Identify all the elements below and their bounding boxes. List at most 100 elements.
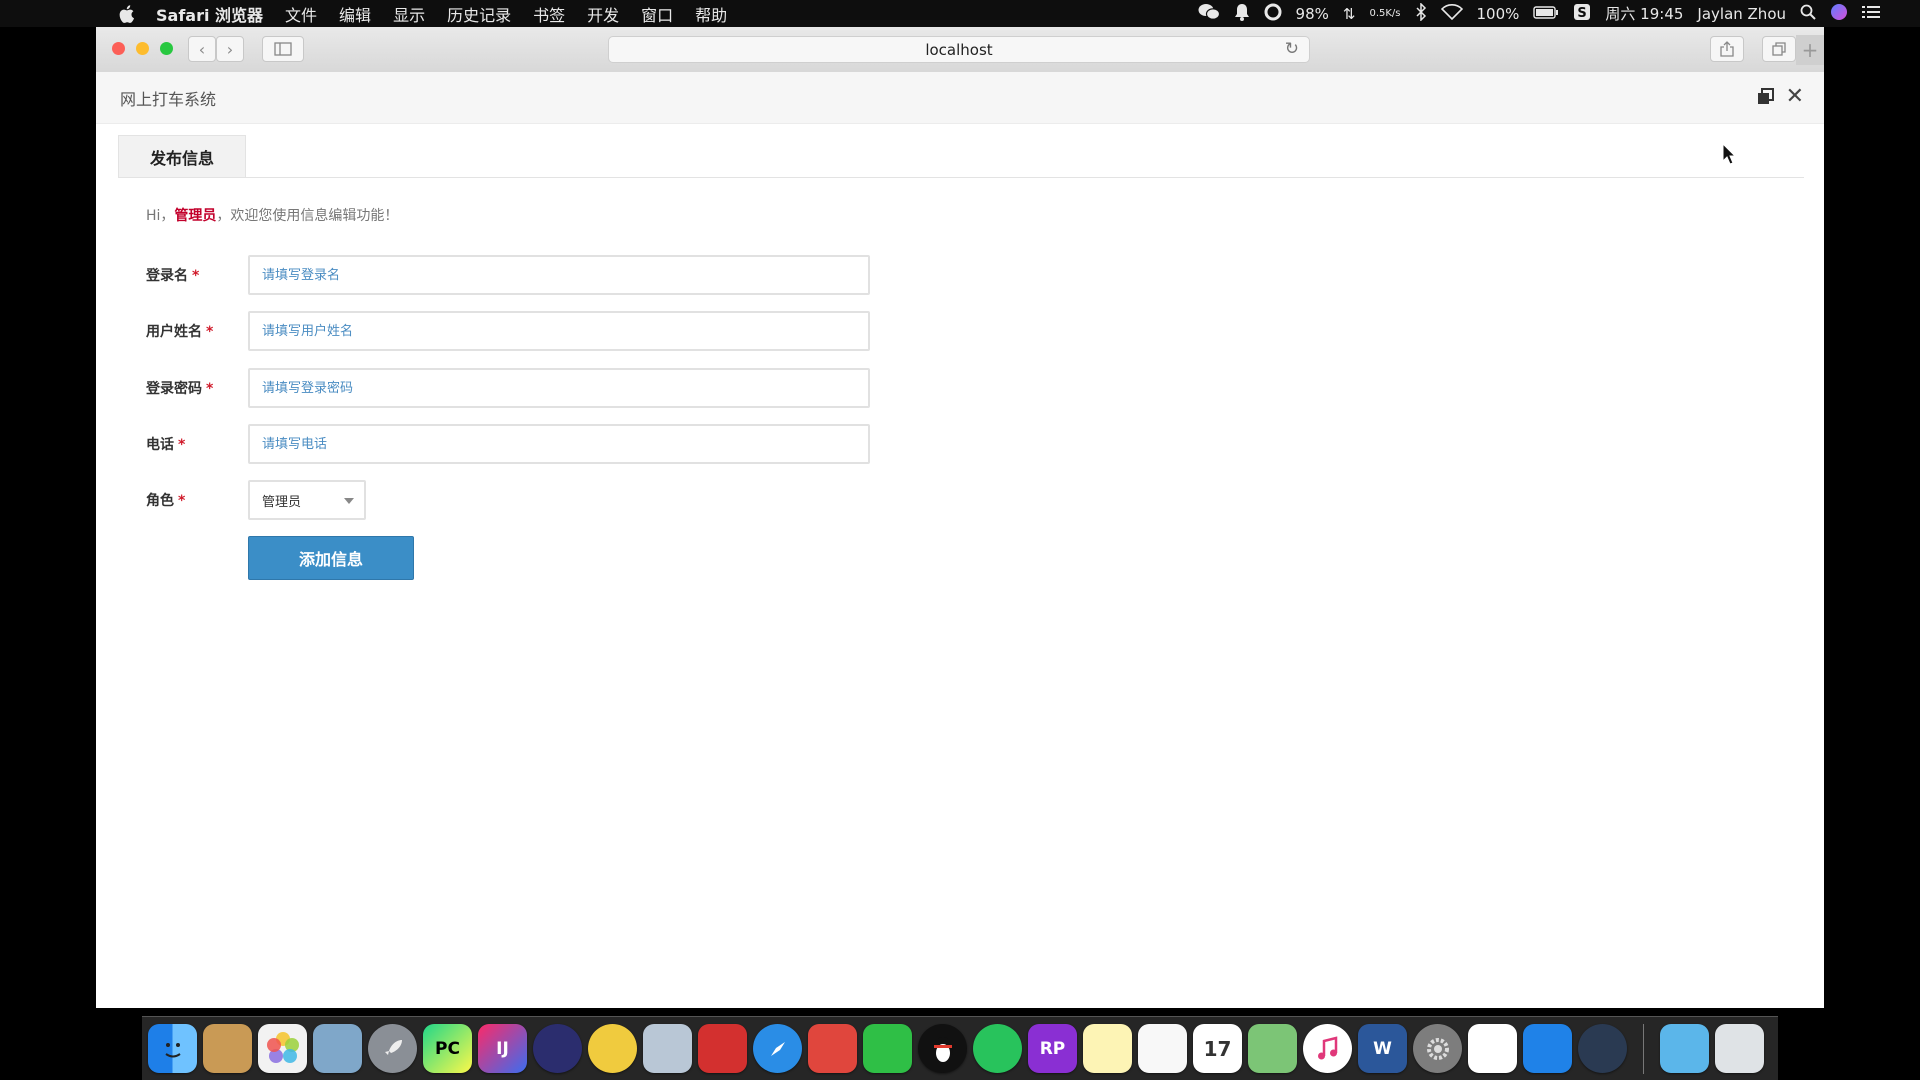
menu-app-name[interactable]: Safari 浏览器 — [156, 2, 263, 26]
photos-icon[interactable] — [258, 1024, 307, 1073]
chevron-right-icon: › — [226, 39, 234, 59]
password-input[interactable] — [248, 368, 870, 408]
back-button[interactable]: ‹ — [188, 36, 216, 62]
wifi-icon[interactable] — [1440, 3, 1463, 24]
datetime[interactable]: 周六 19:45 — [1605, 3, 1683, 24]
trash-icon[interactable] — [1715, 1024, 1764, 1073]
dock: PC IJ RP 17 W — [142, 1016, 1778, 1080]
axure-rp-icon[interactable]: RP — [1028, 1024, 1077, 1073]
sogou-input-icon[interactable]: S — [1573, 3, 1591, 25]
siri-icon[interactable] — [1830, 3, 1848, 25]
username-label: 用户姓名 * — [146, 321, 213, 341]
user-name[interactable]: Jaylan Zhou — [1697, 5, 1786, 23]
finder-face-icon — [164, 1042, 181, 1057]
tab-publish-info[interactable]: 发布信息 — [118, 135, 246, 177]
zoom-window-button[interactable] — [160, 42, 173, 55]
password-label-text: 登录密码 — [146, 381, 202, 397]
cpu-ring-icon[interactable] — [1264, 3, 1282, 25]
reminders-icon[interactable] — [1138, 1024, 1187, 1073]
address-bar[interactable]: localhost ↻ — [608, 36, 1310, 63]
finder-icon[interactable] — [148, 1024, 197, 1073]
battery-icon[interactable] — [1533, 5, 1559, 23]
reload-icon[interactable]: ↻ — [1285, 39, 1299, 59]
welcome-role-name: 管理员 — [174, 208, 217, 224]
required-mark: * — [192, 268, 200, 284]
eclipse-icon[interactable] — [533, 1024, 582, 1073]
menu-view[interactable]: 显示 — [393, 2, 425, 26]
network-arrows-icon: ⇅ — [1342, 4, 1356, 23]
menu-window[interactable]: 窗口 — [641, 2, 673, 26]
teamviewer-icon[interactable] — [1523, 1024, 1572, 1073]
plus-icon: + — [1801, 38, 1819, 62]
chevron-left-icon: ‹ — [198, 39, 206, 59]
baidu-netdisk-icon[interactable] — [1468, 1024, 1517, 1073]
phone-input[interactable] — [248, 424, 870, 464]
welcome-prefix: Hi， — [146, 208, 175, 224]
menu-bookmarks[interactable]: 书签 — [533, 2, 565, 26]
itunes-icon[interactable] — [1303, 1024, 1352, 1073]
apple-icon[interactable] — [118, 4, 136, 24]
notification-center-icon[interactable] — [1862, 5, 1880, 23]
safari-icon[interactable] — [753, 1024, 802, 1073]
required-mark: * — [206, 324, 214, 340]
role-selected-value: 管理员 — [262, 494, 302, 510]
add-info-button[interactable]: 添加信息 — [248, 536, 414, 580]
menu-help[interactable]: 帮助 — [695, 2, 727, 26]
page-header: 网上打车系统 ✕ — [96, 72, 1824, 124]
svg-text:S: S — [1578, 6, 1587, 21]
launchpad-icon[interactable] — [368, 1024, 417, 1073]
battery-percent: 100% — [1476, 4, 1520, 23]
bluetooth-icon[interactable] — [1415, 1, 1427, 25]
menu-develop[interactable]: 开发 — [587, 2, 619, 26]
stickies-icon[interactable] — [1083, 1024, 1132, 1073]
dock-separator — [1643, 1023, 1644, 1074]
password-label: 登录密码 * — [146, 378, 213, 398]
calendar-icon[interactable]: 17 — [1193, 1024, 1242, 1073]
system-preferences-icon[interactable] — [1413, 1024, 1462, 1073]
close-icon[interactable]: ✕ — [1786, 84, 1804, 109]
close-window-button[interactable] — [112, 42, 125, 55]
sequel-pro-icon[interactable] — [588, 1024, 637, 1073]
page-content: 网上打车系统 ✕ 发布信息 Hi，管理员，欢迎您使用信息编辑功能！ 登录名* 用… — [96, 72, 1824, 1008]
photos-flower-icon — [266, 1031, 299, 1063]
menu-history[interactable]: 历史记录 — [447, 2, 511, 26]
notification-bell-icon[interactable] — [1234, 3, 1250, 25]
word-icon[interactable]: W — [1358, 1024, 1407, 1073]
menu-file[interactable]: 文件 — [285, 2, 317, 26]
new-tab-button[interactable]: + — [1796, 35, 1824, 65]
spotlight-search-icon[interactable] — [1800, 4, 1816, 24]
form-row-login: 登录名 * — [146, 255, 876, 295]
preview-icon[interactable] — [313, 1024, 362, 1073]
login-name-input[interactable] — [248, 255, 870, 295]
forward-button[interactable]: › — [216, 36, 244, 62]
remote-desktop-icon[interactable] — [808, 1024, 857, 1073]
role-select[interactable]: 管理员 — [248, 480, 366, 520]
sidebar-toggle-button[interactable] — [262, 36, 304, 62]
rocket-icon — [384, 1039, 402, 1055]
menu-edit[interactable]: 编辑 — [339, 2, 371, 26]
wechat-status-icon[interactable] — [1198, 3, 1220, 25]
wechat-icon[interactable] — [863, 1024, 912, 1073]
username-input[interactable] — [248, 311, 870, 351]
pycharm-icon[interactable]: PC — [423, 1024, 472, 1073]
tab-overview-button[interactable] — [1762, 36, 1796, 62]
downloads-folder-icon[interactable] — [1660, 1024, 1709, 1073]
form-row-role: 角色 * 管理员 — [146, 480, 876, 520]
notes-book-icon[interactable] — [203, 1024, 252, 1073]
share-button[interactable] — [1710, 36, 1744, 62]
edge-icon[interactable] — [1578, 1024, 1627, 1073]
maximize-icon[interactable] — [1757, 88, 1774, 105]
menu-bar: Safari 浏览器 文件 编辑 显示 历史记录 书签 开发 窗口 帮助 98%… — [0, 0, 1920, 27]
form-row-password: 登录密码 * — [146, 368, 876, 408]
address-text: localhost — [925, 40, 993, 59]
qq-music-icon[interactable] — [973, 1024, 1022, 1073]
cpu-percent: 98% — [1295, 4, 1329, 23]
phone-label: 电话 * — [146, 434, 185, 454]
redis-icon[interactable] — [698, 1024, 747, 1073]
database-icon[interactable] — [643, 1024, 692, 1073]
browser-toolbar: ‹ › localhost ↻ + — [96, 27, 1824, 73]
qq-icon[interactable] — [918, 1024, 967, 1073]
intellij-icon[interactable]: IJ — [478, 1024, 527, 1073]
minimize-window-button[interactable] — [136, 42, 149, 55]
maps-icon[interactable] — [1248, 1024, 1297, 1073]
